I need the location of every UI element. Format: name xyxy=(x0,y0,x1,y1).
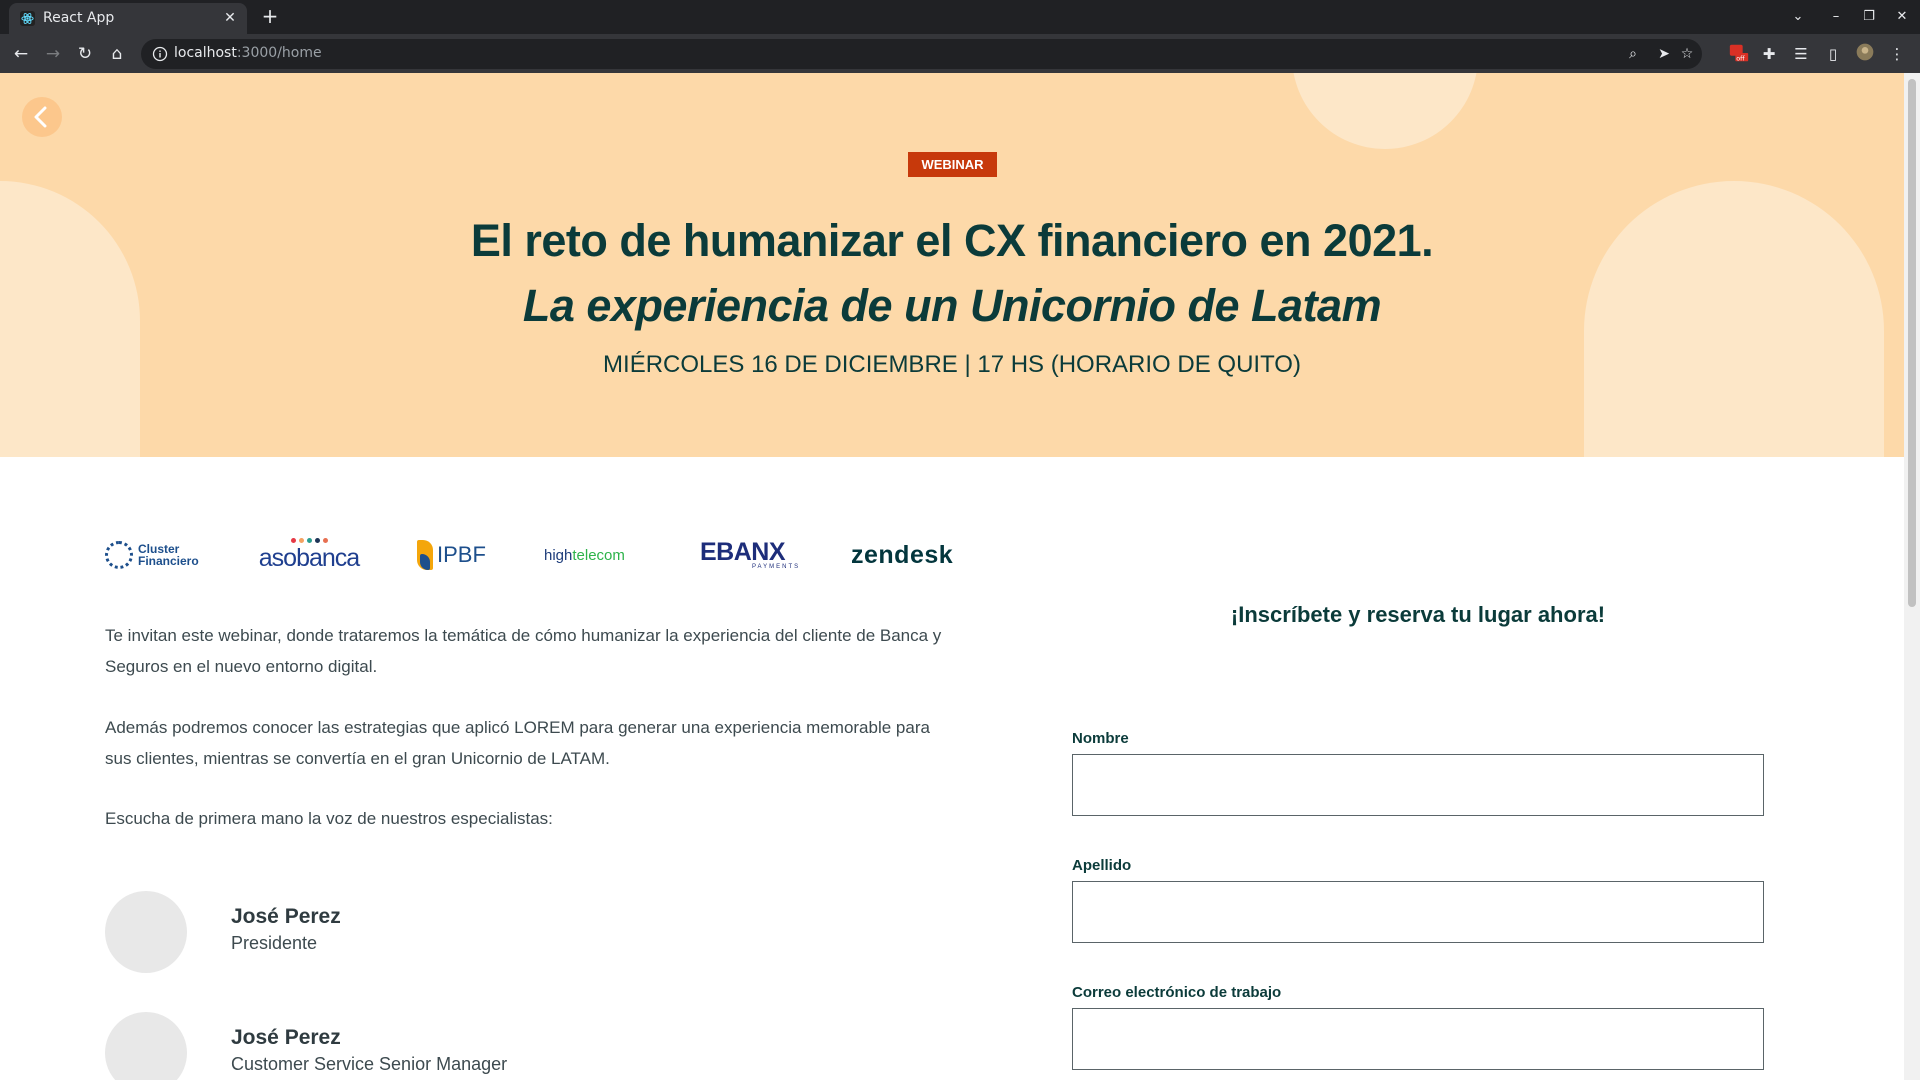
avatar xyxy=(105,891,187,973)
back-arrow-icon[interactable]: ← xyxy=(9,42,33,66)
webinar-badge: WEBINAR xyxy=(908,152,997,177)
speaker-role: Presidente xyxy=(231,933,318,953)
site-info-icon[interactable] xyxy=(152,46,168,62)
speaker-card: José Perez Customer Service Senior Manag… xyxy=(105,1012,805,1080)
zoom-icon[interactable]: ⌕ xyxy=(1623,44,1643,64)
intro-paragraph: Te invitan este webinar, donde trataremo… xyxy=(105,626,942,676)
star-icon[interactable]: ☆ xyxy=(1677,44,1697,64)
tab-strip: React App ✕ + ⌄ – ❐ ✕ xyxy=(0,0,1920,34)
hightelecom-logo: hightelecom xyxy=(544,546,625,564)
hero-title: El reto de humanizar el CX financiero en… xyxy=(470,215,1434,266)
extension-badge-icon: off xyxy=(1729,44,1749,62)
tab-title: React App xyxy=(43,10,115,26)
speaker-name: José Perez xyxy=(231,1026,341,1049)
form-title: ¡Inscríbete y reserva tu lugar ahora! xyxy=(1230,602,1606,627)
minimize-icon[interactable]: – xyxy=(1825,6,1847,28)
side-panel-icon[interactable]: ▯ xyxy=(1821,42,1845,66)
reload-icon[interactable]: ↻ xyxy=(73,42,97,66)
speaker-card: José Perez Presidente xyxy=(105,891,805,973)
page-scrollbar[interactable] xyxy=(1904,73,1920,1080)
send-icon[interactable]: ➤ xyxy=(1654,44,1674,64)
react-favicon-icon xyxy=(20,11,35,26)
decorative-circle xyxy=(1292,73,1478,149)
close-window-icon[interactable]: ✕ xyxy=(1891,6,1913,28)
svg-text:off: off xyxy=(1736,54,1745,62)
profile-icon xyxy=(1856,43,1874,61)
zendesk-logo: zendesk xyxy=(851,540,954,569)
scrollbar-thumb[interactable] xyxy=(1908,79,1916,607)
cluster-financiero-logo: Cluster Financiero xyxy=(105,535,205,575)
asobanca-logo: asobanca xyxy=(258,535,360,575)
ipbf-logo: IPBF xyxy=(417,535,487,575)
speaker-name: José Perez xyxy=(231,905,341,928)
last-name-input[interactable] xyxy=(1072,881,1764,943)
work-email-label: Correo electrónico de trabajo xyxy=(1072,984,1282,1001)
ipbf-mark-icon xyxy=(417,540,433,570)
avatar xyxy=(105,1012,187,1080)
list-icon[interactable]: ☰ xyxy=(1789,42,1813,66)
speaker-role: Customer Service Senior Manager xyxy=(231,1054,508,1074)
cluster-ring-icon xyxy=(105,541,133,569)
hero-banner: WEBINAR El reto de humanizar el CX finan… xyxy=(0,73,1904,457)
forward-arrow-icon[interactable]: → xyxy=(41,42,65,66)
puzzle-icon[interactable]: ✚ xyxy=(1757,42,1781,66)
profile-avatar[interactable] xyxy=(1853,42,1877,66)
specialists-intro: Escucha de primera mano la voz de nuestr… xyxy=(105,809,553,828)
url-text: localhost:3000/home xyxy=(174,45,322,61)
kebab-menu-icon[interactable]: ⋮ xyxy=(1885,42,1909,66)
back-button[interactable] xyxy=(22,97,62,137)
restore-icon[interactable]: ❐ xyxy=(1858,6,1880,28)
ebanx-logo: EBANX PAYMENTS xyxy=(700,538,801,571)
tab-search-icon[interactable]: ⌄ xyxy=(1787,6,1809,28)
strategy-paragraph: Además podremos conocer las estrategias … xyxy=(105,718,930,768)
chevron-left-icon xyxy=(34,106,47,128)
browser-toolbar: ← → ↻ ⌂ localhost:3000/home ⌕ ➤ ☆ off ✚ … xyxy=(0,34,1920,73)
first-name-input[interactable] xyxy=(1072,754,1764,816)
last-name-label: Apellido xyxy=(1072,857,1132,874)
first-name-label: Nombre xyxy=(1072,730,1129,747)
tab-react-app[interactable]: React App ✕ xyxy=(9,3,247,34)
hero-subtitle: La experiencia de un Unicornio de Latam xyxy=(522,280,1382,331)
home-icon[interactable]: ⌂ xyxy=(105,42,129,66)
page-viewport: WEBINAR El reto de humanizar el CX finan… xyxy=(0,73,1904,1080)
work-email-input[interactable] xyxy=(1072,1008,1764,1070)
extension-off-icon[interactable]: off xyxy=(1727,42,1751,66)
event-date: MIÉRCOLES 16 DE DICIEMBRE | 17 HS (HORAR… xyxy=(603,351,1301,378)
address-bar[interactable]: localhost:3000/home ⌕ ➤ ☆ xyxy=(141,39,1702,69)
new-tab-button[interactable]: + xyxy=(258,5,282,29)
tab-close-icon[interactable]: ✕ xyxy=(221,9,239,27)
